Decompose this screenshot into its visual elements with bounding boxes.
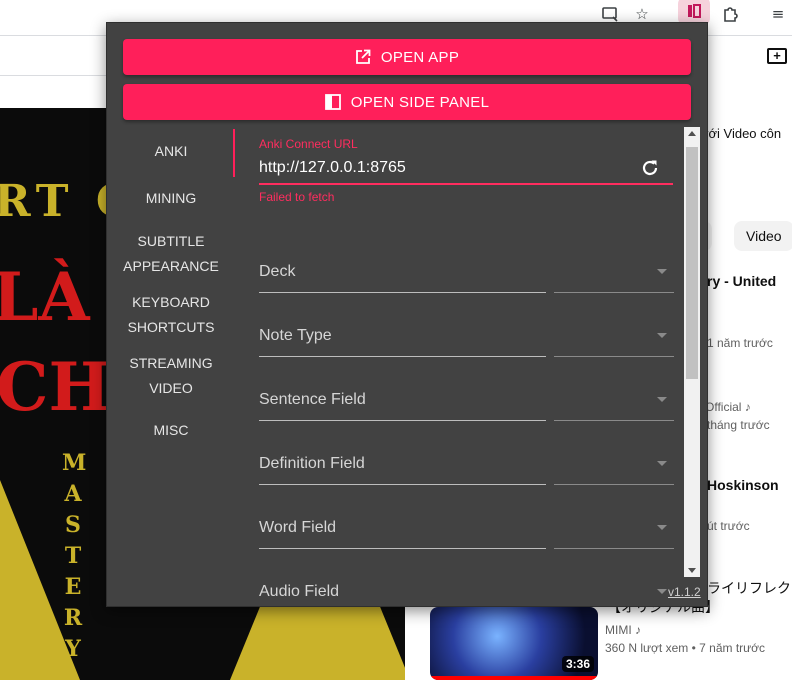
field-underline	[259, 484, 546, 485]
tab-label: SHORTCUTS	[127, 319, 215, 335]
heading-fragment: với Video côn	[702, 126, 782, 141]
audio-field[interactable]: Audio Field	[259, 575, 673, 597]
anki-connect-url-input[interactable]: http://127.0.0.1:8765	[259, 159, 406, 177]
field-label: Audio Field	[259, 583, 340, 597]
tab-label: APPEARANCE	[123, 258, 219, 274]
url-error-text: Failed to fetch	[259, 190, 335, 204]
tab-subtitle-appearance[interactable]: SUBTITLE APPEARANCE	[107, 229, 235, 279]
anki-connect-url-label: Anki Connect URL	[259, 137, 358, 151]
video-meta: tháng trước	[707, 418, 770, 432]
extension-popup: OPEN APP OPEN SIDE PANEL ANKI MINING SUB…	[106, 22, 708, 607]
field-label: Note Type	[259, 327, 332, 344]
video-meta: 360 N lượt xem • 7 năm trước	[605, 641, 766, 655]
url-underline	[259, 183, 673, 185]
field-select-underline	[554, 356, 674, 357]
tab-label: KEYBOARD	[132, 294, 210, 310]
settings-tabs: ANKI MINING SUBTITLE APPEARANCE KEYBOARD…	[107, 129, 235, 599]
field-select-underline	[554, 420, 674, 421]
field-underline	[259, 420, 546, 421]
open-side-panel-label: OPEN SIDE PANEL	[350, 93, 490, 111]
video-title[interactable]: ライリフレク	[707, 578, 791, 598]
dropdown-arrow-icon[interactable]	[657, 589, 667, 594]
tab-keyboard-shortcuts[interactable]: KEYBOARD SHORTCUTS	[107, 290, 235, 340]
field-select-underline	[554, 484, 674, 485]
field-select-underline	[554, 548, 674, 549]
field-label: Word Field	[259, 519, 337, 536]
open-app-button[interactable]: OPEN APP	[123, 39, 691, 75]
duration-badge: 3:36	[561, 656, 594, 672]
dropdown-arrow-icon[interactable]	[657, 525, 667, 530]
dropdown-arrow-icon[interactable]	[657, 269, 667, 274]
tab-label: MINING	[145, 190, 197, 206]
dropdown-arrow-icon[interactable]	[657, 461, 667, 466]
dropdown-arrow-icon[interactable]	[657, 333, 667, 338]
tab-label: SUBTITLE	[137, 233, 205, 249]
video-channel[interactable]: MIMI ♪	[605, 623, 641, 637]
video-thumbnail[interactable]: 3:36	[430, 607, 598, 680]
tab-label: VIDEO	[149, 380, 193, 396]
video-meta: út trước	[707, 519, 750, 533]
version-link[interactable]: v1.1.2	[668, 585, 701, 599]
watch-progress-bar	[430, 676, 598, 680]
filter-chip[interactable]: Video	[734, 221, 792, 251]
video-channel[interactable]: Official ♪	[705, 400, 751, 414]
tab-mining[interactable]: MINING	[107, 186, 235, 211]
video-meta: 1 năm trước	[707, 336, 773, 350]
word-field[interactable]: Word Field	[259, 511, 674, 555]
definition-field[interactable]: Definition Field	[259, 447, 674, 491]
scroll-up-icon[interactable]	[688, 131, 696, 136]
video-title[interactable]: ry - United	[707, 273, 776, 289]
scrollbar-thumb[interactable]	[686, 147, 698, 379]
field-underline	[259, 356, 546, 357]
scroll-down-icon[interactable]	[688, 568, 696, 573]
field-underline	[259, 292, 546, 293]
field-label: Sentence Field	[259, 391, 366, 408]
deck-field[interactable]: Deck	[259, 255, 674, 299]
page-header-strip	[0, 40, 108, 76]
tab-label: STREAMING	[129, 355, 213, 371]
refresh-icon[interactable]	[639, 157, 661, 179]
field-label: Deck	[259, 263, 296, 280]
tab-anki[interactable]: ANKI	[107, 139, 235, 164]
poster-text: CH	[0, 348, 111, 426]
field-select-underline	[554, 292, 674, 293]
tab-label: MISC	[153, 422, 189, 438]
poster-text: LÀ	[0, 258, 90, 336]
open-in-new-icon	[355, 49, 371, 65]
scrollbar[interactable]	[684, 127, 700, 577]
anki-settings-panel: Anki Connect URL http://127.0.0.1:8765 F…	[235, 127, 685, 597]
sentence-field[interactable]: Sentence Field	[259, 383, 674, 427]
tab-misc[interactable]: MISC	[107, 418, 235, 443]
open-app-label: OPEN APP	[380, 48, 460, 66]
side-panel-icon	[324, 94, 341, 110]
dropdown-arrow-icon[interactable]	[657, 397, 667, 402]
playlist-icon[interactable]: ≡	[764, 0, 792, 28]
field-underline	[259, 548, 546, 549]
open-side-panel-button[interactable]: OPEN SIDE PANEL	[123, 84, 691, 120]
note-type-field[interactable]: Note Type	[259, 319, 674, 363]
field-label: Definition Field	[259, 455, 365, 472]
tab-streaming-video[interactable]: STREAMING VIDEO	[107, 351, 235, 401]
poster-vertical-text: MASTERY	[62, 450, 87, 662]
video-title[interactable]: Hoskinson	[707, 477, 779, 493]
tab-label: ANKI	[154, 143, 188, 159]
add-clip-icon[interactable]: +	[767, 48, 787, 64]
puzzle-icon[interactable]	[716, 0, 744, 28]
